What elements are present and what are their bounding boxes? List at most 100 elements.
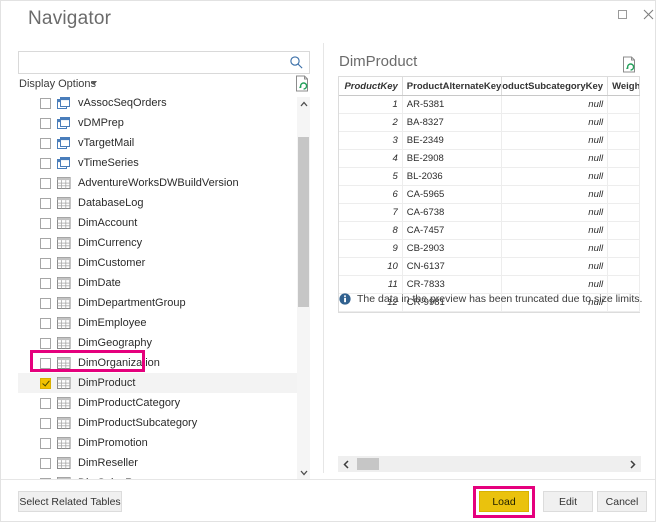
checkbox-databaselog[interactable] [40, 197, 51, 209]
checkbox-vdmprep[interactable] [40, 117, 51, 129]
tree-item-dimproductsubcategory[interactable]: DimProductSubcategory [18, 413, 310, 433]
checkbox-dimproductcategory[interactable] [40, 397, 51, 409]
table-row[interactable]: 11 CR-7833 null [339, 276, 640, 294]
table-cell: BE-2349 [403, 132, 503, 149]
tree-item-dimproductcategory[interactable]: DimProductCategory [18, 393, 310, 413]
table-row[interactable]: 4 BE-2908 null [339, 150, 640, 168]
checkbox-dimdate[interactable] [40, 277, 51, 289]
select-related-tables-button[interactable]: Select Related Tables [18, 491, 122, 512]
search-icon[interactable] [289, 55, 304, 70]
table-cell: CA-5965 [403, 186, 503, 203]
table-icon [57, 357, 71, 369]
checkbox-dimgeography[interactable] [40, 337, 51, 349]
table-row[interactable]: 2 BA-8327 null [339, 114, 640, 132]
tree-item-vtargetmail[interactable]: vTargetMail [18, 133, 310, 153]
table-cell: 11 [339, 276, 403, 293]
close-x-glyph [643, 9, 653, 19]
checkbox-dimorganization[interactable] [40, 357, 51, 369]
tree-item-databaselog[interactable]: DatabaseLog [18, 193, 310, 213]
checkbox-dimcustomer[interactable] [40, 257, 51, 269]
search-input[interactable] [19, 52, 285, 73]
tree-item-dimemployee[interactable]: DimEmployee [18, 313, 310, 333]
tree-item-dimaccount[interactable]: DimAccount [18, 213, 310, 233]
table-row[interactable]: 3 BE-2349 null [339, 132, 640, 150]
chevron-right-icon[interactable] [626, 456, 640, 472]
checkbox-dimcurrency[interactable] [40, 237, 51, 249]
tree-item-label: DimProductSubcategory [78, 417, 198, 429]
tree-vertical-scrollbar[interactable] [297, 97, 310, 479]
tree-item-vtimeseries[interactable]: vTimeSeries [18, 153, 310, 173]
edit-button[interactable]: Edit [543, 491, 593, 512]
tree-item-dimcurrency[interactable]: DimCurrency [18, 233, 310, 253]
table-row[interactable]: 9 CB-2903 null [339, 240, 640, 258]
column-header[interactable]: ProductSubcategoryKey [502, 77, 609, 95]
load-button[interactable]: Load [479, 491, 529, 512]
table-cell: null [502, 96, 609, 113]
object-tree[interactable]: vAssocSeqOrders vDMPrep vTargetMail vTim… [18, 93, 310, 479]
checkbox-vtargetmail[interactable] [40, 137, 51, 149]
tree-item-dimorganization[interactable]: DimOrganization [18, 353, 310, 373]
tree-item-dimcustomer[interactable]: DimCustomer [18, 253, 310, 273]
tree-scrollbar-thumb[interactable] [298, 137, 309, 307]
tree-item-dimdepartmentgroup[interactable]: DimDepartmentGroup [18, 293, 310, 313]
view-icon [57, 117, 70, 129]
checkbox-dimproduct[interactable] [40, 377, 51, 389]
column-header[interactable]: ProductKey [339, 77, 403, 95]
table-cell [608, 168, 640, 185]
table-cell: 1 [339, 96, 403, 113]
tree-item-dimpromotion[interactable]: DimPromotion [18, 433, 310, 453]
tree-item-label: vTimeSeries [78, 157, 139, 169]
refresh-document-icon[interactable] [622, 56, 637, 73]
table-row[interactable]: 1 AR-5381 null [339, 96, 640, 114]
tree-item-vassocseqorders[interactable]: vAssocSeqOrders [18, 93, 310, 113]
checkbox-dimaccount[interactable] [40, 217, 51, 229]
maximize-icon[interactable] [609, 3, 635, 25]
tree-item-dimreseller[interactable]: DimReseller [18, 453, 310, 473]
cancel-button[interactable]: Cancel [597, 491, 647, 512]
table-cell [608, 96, 640, 113]
table-row[interactable]: 7 CA-6738 null [339, 204, 640, 222]
checkbox-adventureworksdwbuildversion[interactable] [40, 177, 51, 189]
search-box[interactable] [18, 51, 310, 74]
chevron-right-glyph [630, 459, 636, 469]
refresh-document-icon[interactable] [295, 75, 310, 92]
chevron-up-icon[interactable] [297, 97, 310, 110]
view-icon [57, 157, 70, 169]
tree-item-label: DimAccount [78, 217, 138, 229]
table-icon [57, 257, 71, 269]
tree-item-adventureworksdwbuildversion[interactable]: AdventureWorksDWBuildVersion [18, 173, 310, 193]
table-cell: null [502, 114, 609, 131]
preview-horizontal-scrollbar[interactable] [338, 456, 641, 472]
chevron-left-icon[interactable] [339, 456, 353, 472]
table-row[interactable]: 10 CN-6137 null [339, 258, 640, 276]
chevron-down-icon[interactable] [91, 81, 97, 85]
tree-item-dimgeography[interactable]: DimGeography [18, 333, 310, 353]
tree-item-label: DimGeography [78, 337, 152, 349]
tree-item-label: vDMPrep [78, 117, 124, 129]
checkbox-vtimeseries[interactable] [40, 157, 51, 169]
checkbox-dimproductsubcategory[interactable] [40, 417, 51, 429]
column-header[interactable]: Weigh [608, 77, 640, 95]
checkbox-dimdepartmentgroup[interactable] [40, 297, 51, 309]
preview-scrollbar-thumb[interactable] [357, 458, 379, 470]
tree-item-label: vTargetMail [78, 137, 135, 149]
checkbox-dimreseller[interactable] [40, 457, 51, 469]
table-row[interactable]: 5 BL-2036 null [339, 168, 640, 186]
checkbox-dimemployee[interactable] [40, 317, 51, 329]
table-cell: null [502, 204, 609, 221]
tree-item-label: DimProductCategory [78, 397, 181, 409]
checkbox-dimpromotion[interactable] [40, 437, 51, 449]
tree-item-dimproduct[interactable]: DimProduct [18, 373, 310, 393]
table-row[interactable]: 8 CA-7457 null [339, 222, 640, 240]
table-row[interactable]: 6 CA-5965 null [339, 186, 640, 204]
tree-item-dimdate[interactable]: DimDate [18, 273, 310, 293]
close-icon[interactable] [635, 3, 655, 25]
checkbox-vassocseqorders[interactable] [40, 97, 51, 109]
tree-item-vdmprep[interactable]: vDMPrep [18, 113, 310, 133]
view-icon [57, 97, 70, 109]
table-icon [57, 337, 71, 349]
chevron-down-icon[interactable] [297, 466, 310, 479]
column-header[interactable]: ProductAlternateKey [403, 77, 503, 95]
display-options-label[interactable]: Display Options [19, 78, 96, 90]
tree-item-label: DimReseller [78, 457, 138, 469]
